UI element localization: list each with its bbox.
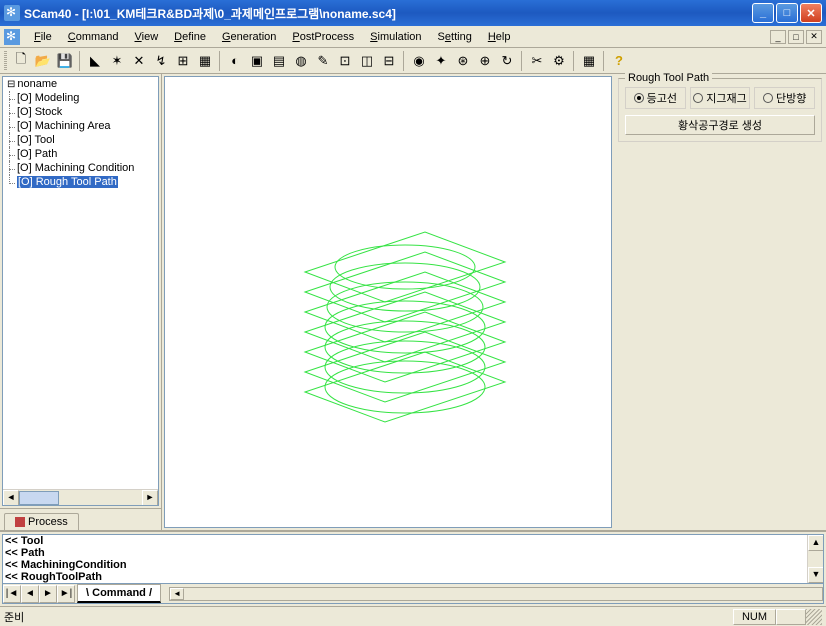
log-line: << RoughToolPath: [3, 571, 823, 583]
tool-icon-8[interactable]: ▣: [247, 51, 267, 71]
tool-icon-14[interactable]: ⊟: [379, 51, 399, 71]
minimize-button[interactable]: _: [752, 3, 774, 23]
tool-icon-21[interactable]: ⚙: [549, 51, 569, 71]
menu-file[interactable]: File: [26, 29, 60, 45]
open-icon[interactable]: 📂: [33, 51, 53, 71]
new-icon[interactable]: 🗋: [11, 51, 31, 71]
tool-icon-4[interactable]: ↯: [151, 51, 171, 71]
nav-next-icon[interactable]: ►: [39, 585, 57, 603]
tool-icon-1[interactable]: ◣: [85, 51, 105, 71]
tool-icon-20[interactable]: ✂: [527, 51, 547, 71]
scroll-left-icon[interactable]: ◄: [3, 490, 19, 506]
group-legend: Rough Tool Path: [625, 72, 712, 84]
command-tab[interactable]: \ Command /: [77, 584, 161, 603]
tool-icon-3[interactable]: ✕: [129, 51, 149, 71]
nav-last-icon[interactable]: ►|: [57, 585, 75, 603]
tool-icon-5[interactable]: ⊞: [173, 51, 193, 71]
command-scrollbar[interactable]: ◄: [169, 587, 823, 601]
tree-view[interactable]: noname [O] Modeling[O] Stock[O] Machinin…: [2, 76, 159, 506]
process-tab[interactable]: Process: [4, 513, 79, 530]
tool-icon-17[interactable]: ⊛: [453, 51, 473, 71]
tool-icon-22[interactable]: ▦: [579, 51, 599, 71]
tool-icon-13[interactable]: ◫: [357, 51, 377, 71]
scroll-right-icon[interactable]: ►: [142, 490, 158, 506]
mdi-restore-button[interactable]: □: [788, 30, 804, 44]
window-title: SCam40 - [I:\01_KM테크R&BD과제\0_과제메인프로그램\no…: [24, 5, 752, 22]
nav-first-icon[interactable]: |◄: [3, 585, 21, 603]
menu-postprocess[interactable]: PostProcess: [284, 29, 362, 45]
process-tab-icon: [15, 517, 25, 527]
status-empty: [776, 609, 806, 625]
tool-icon-11[interactable]: ✎: [313, 51, 333, 71]
tool-icon-2[interactable]: ✶: [107, 51, 127, 71]
tool-icon-7[interactable]: ◐: [225, 51, 245, 71]
tool-icon-18[interactable]: ⊕: [475, 51, 495, 71]
scroll-down-icon[interactable]: ▼: [808, 567, 824, 583]
tree-root[interactable]: noname: [3, 77, 158, 91]
status-text: 준비: [4, 609, 24, 625]
help-icon[interactable]: ?: [609, 51, 629, 71]
log-selection: [3, 583, 823, 584]
tool-icon-16[interactable]: ✦: [431, 51, 451, 71]
tree-item[interactable]: [O] Rough Tool Path: [3, 175, 158, 189]
radio-zigzag[interactable]: 지그재그: [690, 87, 751, 109]
bottom-panel: << Tool<< Path<< MachiningCondition<< Ro…: [0, 530, 826, 606]
radio-oneway[interactable]: 단방향: [754, 87, 815, 109]
generate-button[interactable]: 황삭공구경로 생성: [625, 115, 815, 135]
log-vscrollbar[interactable]: ▲ ▼: [807, 535, 823, 583]
radio-contour[interactable]: 등고선: [625, 87, 686, 109]
log-line: << Tool: [3, 535, 823, 547]
window-buttons: _ □ ✕: [752, 3, 822, 23]
close-button[interactable]: ✕: [800, 3, 822, 23]
viewport-3d[interactable]: [164, 76, 612, 528]
menu-generation[interactable]: Generation: [214, 29, 284, 45]
scroll-thumb[interactable]: [19, 491, 59, 505]
tree-item[interactable]: [O] Tool: [3, 133, 158, 147]
left-panel: noname [O] Modeling[O] Stock[O] Machinin…: [0, 74, 162, 530]
nav-prev-icon[interactable]: ◄: [21, 585, 39, 603]
scroll-up-icon[interactable]: ▲: [808, 535, 824, 551]
tool-icon-12[interactable]: ⊡: [335, 51, 355, 71]
menu-define[interactable]: Define: [166, 29, 214, 45]
title-bar: SCam40 - [I:\01_KM테크R&BD과제\0_과제메인프로그램\no…: [0, 0, 826, 26]
tool-icon-6[interactable]: ▦: [195, 51, 215, 71]
menu-command[interactable]: Command: [60, 29, 127, 45]
tool-icon-9[interactable]: ▤: [269, 51, 289, 71]
tree-item[interactable]: [O] Path: [3, 147, 158, 161]
tool-icon-15[interactable]: ◉: [409, 51, 429, 71]
command-nav-row: |◄ ◄ ► ►| \ Command / ◄: [2, 584, 824, 604]
right-panel: Rough Tool Path 등고선 지그재그 단방향 황삭공구경로 생성: [614, 74, 826, 530]
toolbar: 🗋 📂 💾 ◣ ✶ ✕ ↯ ⊞ ▦ ◐ ▣ ▤ ◍ ✎ ⊡ ◫ ⊟ ◉ ✦ ⊛ …: [0, 48, 826, 74]
tree-item[interactable]: [O] Modeling: [3, 91, 158, 105]
status-num: NUM: [733, 609, 776, 625]
menu-view[interactable]: View: [127, 29, 167, 45]
tool-icon-19[interactable]: ↻: [497, 51, 517, 71]
mdi-minimize-button[interactable]: _: [770, 30, 786, 44]
resize-grip-icon[interactable]: [806, 609, 822, 625]
tool-icon-10[interactable]: ◍: [291, 51, 311, 71]
app-icon: [4, 5, 20, 21]
maximize-button[interactable]: □: [776, 3, 798, 23]
tree-item[interactable]: [O] Stock: [3, 105, 158, 119]
menu-simulation[interactable]: Simulation: [362, 29, 429, 45]
rough-tool-path-group: Rough Tool Path 등고선 지그재그 단방향 황삭공구경로 생성: [618, 78, 822, 142]
tree-item[interactable]: [O] Machining Area: [3, 119, 158, 133]
left-tab-bar: Process: [0, 508, 161, 530]
menu-bar: File Command View Define Generation Post…: [0, 26, 826, 48]
log-output[interactable]: << Tool<< Path<< MachiningCondition<< Ro…: [2, 534, 824, 584]
mdi-close-button[interactable]: ✕: [806, 30, 822, 44]
save-icon[interactable]: 💾: [55, 51, 75, 71]
process-tab-label: Process: [28, 516, 68, 528]
log-line: << Path: [3, 547, 823, 559]
log-line: << MachiningCondition: [3, 559, 823, 571]
tree-item[interactable]: [O] Machining Condition: [3, 161, 158, 175]
status-bar: 준비 NUM: [0, 606, 826, 626]
menu-help[interactable]: Help: [480, 29, 519, 45]
tree-hscrollbar[interactable]: ◄ ►: [3, 489, 158, 505]
mdi-app-icon: [4, 29, 20, 45]
toolpath-graphic: [165, 77, 605, 527]
menu-setting[interactable]: Setting: [430, 29, 480, 45]
